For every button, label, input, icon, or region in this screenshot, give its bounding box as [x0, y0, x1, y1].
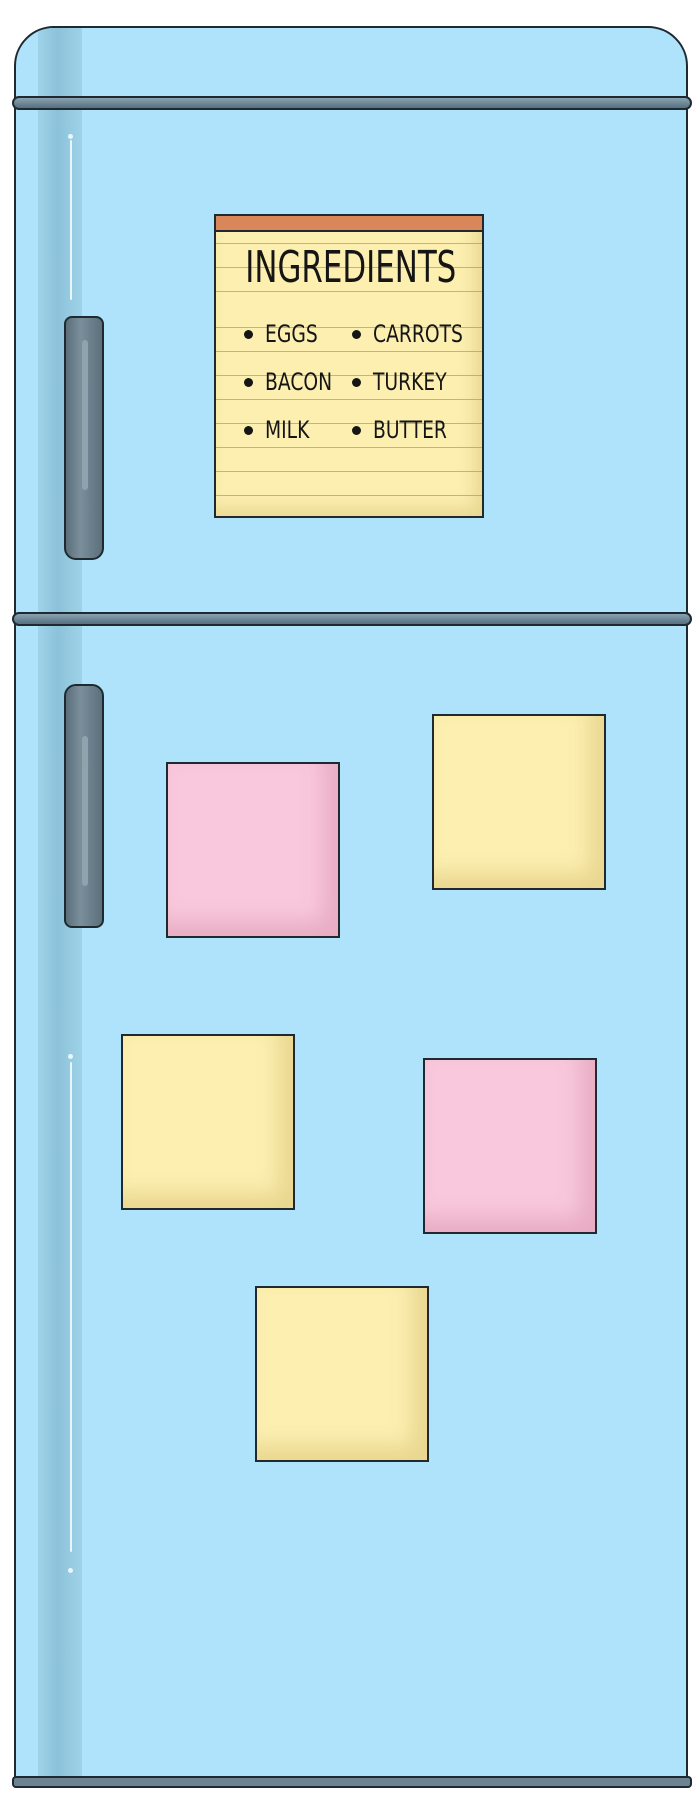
- bullet-icon: [244, 425, 253, 435]
- fridge-top-trim: [12, 96, 692, 110]
- ingredients-note: INGREDIENTS EGGS CARROTS BACON TURKEY MI…: [214, 214, 484, 518]
- list-item: CARROTS: [352, 320, 463, 348]
- freezer-highlight: [70, 140, 72, 300]
- list-item: BUTTER: [352, 416, 460, 444]
- list-item-label: BACON: [265, 368, 333, 396]
- fridge-door-divider: [12, 612, 692, 626]
- door-highlight-dot-bottom: [68, 1568, 73, 1573]
- door-highlight: [70, 1062, 72, 1552]
- bullet-icon: [352, 425, 361, 435]
- freezer-highlight-dot: [68, 134, 73, 139]
- note-header-strip: [214, 214, 484, 232]
- list-item: MILK: [244, 416, 352, 444]
- bullet-icon: [352, 377, 361, 387]
- bullet-icon: [352, 329, 361, 339]
- door-highlight-dot: [68, 1054, 73, 1059]
- list-item-label: MILK: [265, 416, 310, 444]
- fridge-door-handle[interactable]: [64, 684, 104, 928]
- sticky-note-yellow[interactable]: [432, 714, 606, 890]
- list-item: EGGS: [244, 320, 352, 348]
- sticky-note-yellow[interactable]: [255, 1286, 429, 1462]
- list-item: BACON: [244, 368, 352, 396]
- list-item: TURKEY: [352, 368, 460, 396]
- bullet-icon: [244, 329, 253, 339]
- list-item-label: EGGS: [265, 320, 318, 348]
- freezer-door-handle[interactable]: [64, 316, 104, 560]
- list-item-label: TURKEY: [373, 368, 447, 396]
- sticky-note-yellow[interactable]: [121, 1034, 295, 1210]
- sticky-note-pink[interactable]: [423, 1058, 597, 1234]
- note-title: INGREDIENTS: [245, 242, 457, 293]
- sticky-note-pink[interactable]: [166, 762, 340, 938]
- bullet-icon: [244, 377, 253, 387]
- list-item-label: BUTTER: [373, 416, 447, 444]
- list-item-label: CARROTS: [373, 320, 463, 348]
- fridge-base: [12, 1776, 692, 1788]
- ingredient-list: EGGS CARROTS BACON TURKEY MILK BUTTER: [244, 320, 464, 444]
